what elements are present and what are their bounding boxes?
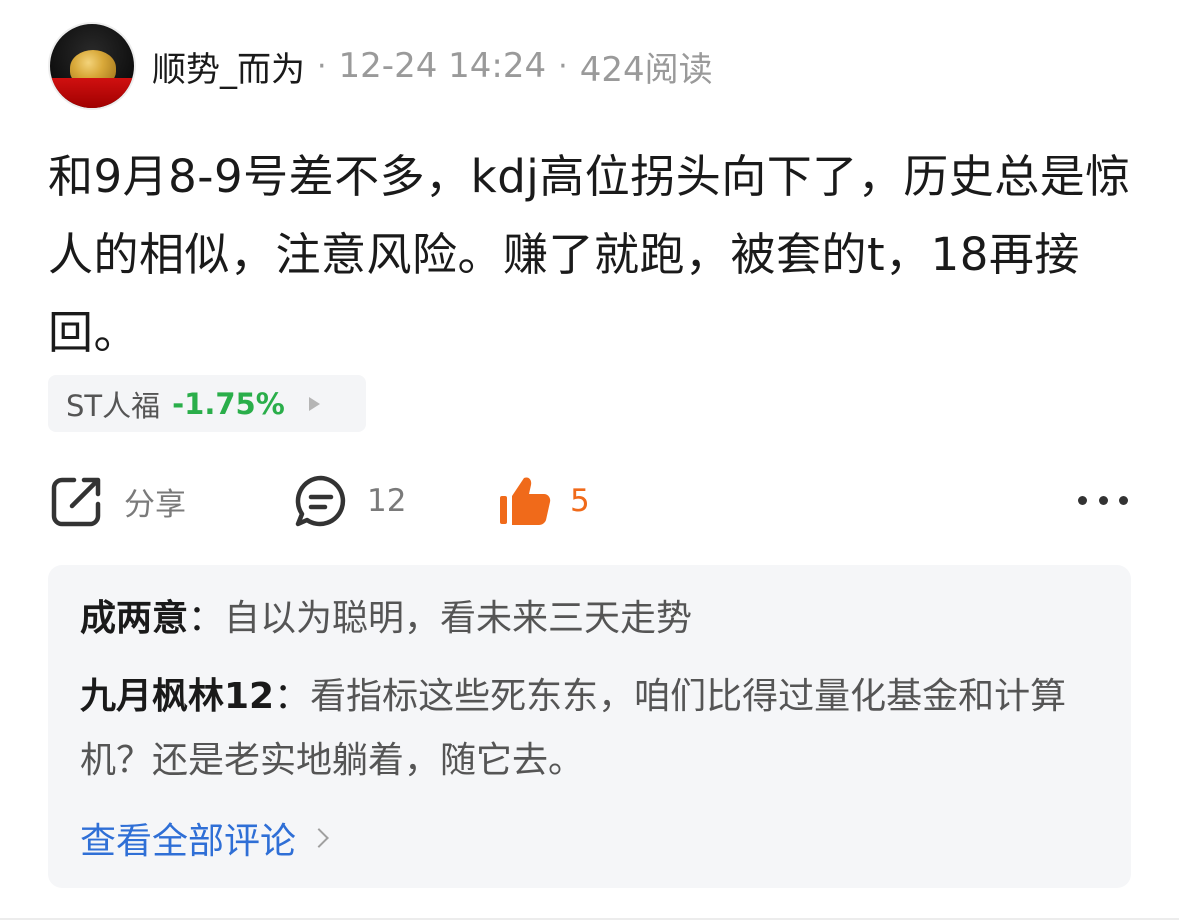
stock-tag[interactable]: ST人福 -1.75% xyxy=(48,375,366,432)
meta-separator: · xyxy=(317,48,327,84)
post-body: 和9月8-9号差不多，kdj高位拐头向下了，历史总是惊人的相似，注意风险。赚了就… xyxy=(48,150,1131,359)
divider xyxy=(0,918,1179,920)
read-count: 424阅读 xyxy=(579,49,713,90)
like-button[interactable]: 5 xyxy=(496,470,590,532)
post-header: 顺势_而为 · 12-24 14:24 · 424阅读 xyxy=(48,22,713,110)
action-bar: 分享 12 5 xyxy=(48,470,1128,532)
comment-button[interactable]: 12 xyxy=(293,470,406,532)
thumbs-up-icon xyxy=(500,477,551,525)
post-card: 顺势_而为 · 12-24 14:24 · 424阅读 和9月8-9号差不多，k… xyxy=(0,0,1179,923)
share-label: 分享 xyxy=(124,486,186,523)
comment-user[interactable]: 成两意 xyxy=(80,598,188,639)
avatar[interactable] xyxy=(48,22,136,110)
meta-separator: · xyxy=(558,48,568,84)
post-meta: 顺势_而为 · 12-24 14:24 · 424阅读 xyxy=(152,42,713,91)
comment-item[interactable]: 九月枫林12：看指标这些死东东，咱们比得过量化基金和计算机？还是老实地躺着，随它… xyxy=(80,665,1110,793)
comment-item[interactable]: 成两意：自以为聪明，看未来三天走势 xyxy=(80,587,1110,651)
stock-change: -1.75% xyxy=(172,386,285,421)
share-button[interactable]: 分享 xyxy=(48,470,186,532)
view-all-comments-link[interactable]: 查看全部评论 xyxy=(80,812,329,864)
play-arrow-icon xyxy=(308,396,320,411)
more-options-icon[interactable] xyxy=(1078,488,1128,512)
comment-user[interactable]: 九月枫林12 xyxy=(80,676,274,717)
author-name[interactable]: 顺势_而为 xyxy=(152,42,305,91)
share-icon xyxy=(51,477,101,527)
comment-count: 12 xyxy=(367,483,407,519)
stock-name: ST人福 xyxy=(66,388,161,423)
comments-preview: 成两意：自以为聪明，看未来三天走势 九月枫林12：看指标这些死东东，咱们比得过量… xyxy=(48,565,1131,888)
comment-text: 自以为聪明，看未来三天走势 xyxy=(224,598,693,639)
like-count: 5 xyxy=(570,483,590,519)
comment-bubble-icon xyxy=(295,475,346,527)
post-time: 12-24 14:24 xyxy=(338,46,547,86)
view-all-label: 查看全部评论 xyxy=(80,821,297,862)
chevron-right-icon xyxy=(309,828,329,848)
